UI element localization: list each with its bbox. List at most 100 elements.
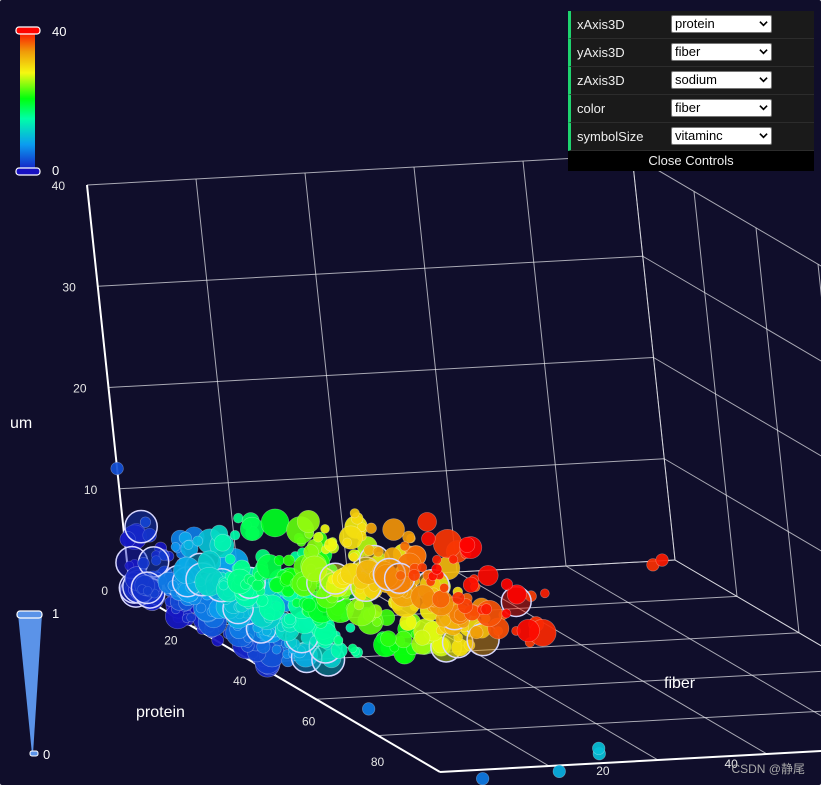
scatter-point[interactable]: [655, 553, 669, 567]
control-select-color[interactable]: fiber: [671, 99, 772, 117]
size-wedge[interactable]: [14, 608, 46, 760]
control-label: yAxis3D: [577, 45, 625, 60]
scatter-points: [110, 461, 669, 785]
scatter-point[interactable]: [394, 630, 413, 649]
scatter-point[interactable]: [448, 554, 459, 565]
scatter-point[interactable]: [439, 583, 449, 593]
scatter-point[interactable]: [552, 764, 566, 779]
control-select-zaxis3d[interactable]: sodium: [671, 71, 772, 89]
scatter-point[interactable]: [110, 461, 124, 476]
scatter-point[interactable]: [399, 541, 410, 552]
scatter-point[interactable]: [271, 644, 282, 655]
scatter-point[interactable]: [324, 538, 338, 552]
scatter-point[interactable]: [342, 537, 353, 548]
control-label: xAxis3D: [577, 17, 625, 32]
scatter-point[interactable]: [592, 741, 606, 755]
scatter-point[interactable]: [240, 516, 265, 542]
x-tick-label: 20: [164, 633, 178, 647]
scatter-point[interactable]: [431, 563, 443, 575]
grid-line: [565, 565, 821, 717]
scatter-point[interactable]: [395, 570, 406, 581]
scatter-point[interactable]: [186, 612, 196, 623]
select-value: fiber: [675, 100, 701, 115]
grid-line: [653, 357, 821, 457]
scatter-point[interactable]: [500, 578, 513, 591]
chevron-down-icon: [759, 105, 768, 111]
z-tick-label: 0: [101, 584, 108, 598]
scatter-point[interactable]: [410, 584, 436, 610]
scatter-point[interactable]: [349, 508, 360, 519]
scatter-point[interactable]: [213, 533, 232, 552]
scatter-point[interactable]: [313, 532, 324, 543]
scatter-point[interactable]: [192, 535, 204, 547]
scatter-point[interactable]: [421, 531, 436, 546]
control-select-symbolsize[interactable]: vitaminc: [671, 127, 772, 145]
x-tick-label: 60: [302, 714, 316, 728]
scatter-point[interactable]: [432, 554, 442, 565]
scatter-point[interactable]: [501, 608, 512, 619]
scatter-point[interactable]: [431, 590, 450, 609]
scatter-point[interactable]: [414, 629, 431, 646]
scatter-point[interactable]: [124, 509, 158, 544]
control-row-zaxis3d: zAxis3D sodium: [568, 67, 814, 95]
scatter-point[interactable]: [130, 571, 164, 605]
scatter-point[interactable]: [417, 562, 428, 573]
scatter-point[interactable]: [353, 599, 365, 611]
control-select-yaxis3d[interactable]: fiber: [671, 43, 772, 61]
size-handle-bottom: [29, 750, 39, 757]
scatter-point[interactable]: [137, 557, 150, 570]
scatter-point[interactable]: [195, 602, 207, 614]
scatter-point[interactable]: [345, 622, 356, 633]
close-controls-button[interactable]: Close Controls: [568, 151, 814, 171]
scatter-point[interactable]: [218, 580, 229, 591]
size-handle-top: [16, 610, 43, 619]
scatter-point[interactable]: [233, 512, 244, 524]
scatter-point[interactable]: [139, 516, 152, 528]
scatter-point[interactable]: [251, 579, 264, 592]
watermark: CSDN @静尾: [731, 762, 805, 776]
scatter-point[interactable]: [380, 630, 397, 647]
scatter-point[interactable]: [283, 554, 295, 567]
chevron-down-icon: [759, 49, 768, 55]
scatter-point[interactable]: [320, 524, 330, 534]
color-gradient-bar[interactable]: [14, 26, 44, 178]
controls-panel: xAxis3D protein yAxis3D fiber zAxis3D sodium c…: [568, 11, 814, 171]
grid-line: [97, 255, 643, 287]
control-row-symbolsize: symbolSize vitaminc: [568, 123, 814, 151]
scatter-point[interactable]: [170, 542, 181, 552]
scatter-point[interactable]: [477, 565, 499, 586]
scatter-point[interactable]: [476, 772, 490, 785]
scatter-point[interactable]: [408, 569, 421, 582]
scatter-point[interactable]: [540, 588, 550, 599]
scatter-point[interactable]: [451, 591, 465, 605]
scatter-point[interactable]: [260, 508, 290, 538]
scatter-point[interactable]: [301, 597, 317, 613]
scatter-point[interactable]: [382, 518, 405, 541]
scatter-point[interactable]: [372, 546, 384, 558]
scatter-point[interactable]: [432, 529, 463, 559]
scatter-point[interactable]: [363, 544, 375, 556]
control-select-xaxis3d[interactable]: protein: [671, 15, 772, 33]
color-handle-bottom: [15, 167, 41, 176]
select-value: protein: [675, 16, 715, 31]
scatter-point[interactable]: [224, 553, 236, 565]
chevron-down-icon: [759, 21, 768, 27]
scatter-point[interactable]: [296, 510, 320, 534]
scatter-point[interactable]: [338, 525, 363, 550]
scatter-point[interactable]: [462, 576, 479, 593]
scatter-point[interactable]: [349, 552, 359, 562]
scatter-point[interactable]: [480, 603, 492, 615]
scatter-point[interactable]: [273, 554, 285, 566]
scatter-point[interactable]: [516, 619, 540, 643]
scatter-point[interactable]: [469, 625, 484, 640]
scatter-point[interactable]: [459, 536, 476, 553]
scatter-point[interactable]: [347, 643, 358, 654]
scatter-point[interactable]: [365, 522, 377, 534]
scatter-point[interactable]: [229, 530, 241, 541]
scatter-point[interactable]: [417, 512, 437, 532]
scatter-point[interactable]: [183, 540, 194, 550]
scatter-point[interactable]: [362, 702, 376, 716]
scatter-point[interactable]: [333, 635, 344, 646]
grid-line: [119, 458, 665, 490]
grid-line: [674, 559, 821, 647]
